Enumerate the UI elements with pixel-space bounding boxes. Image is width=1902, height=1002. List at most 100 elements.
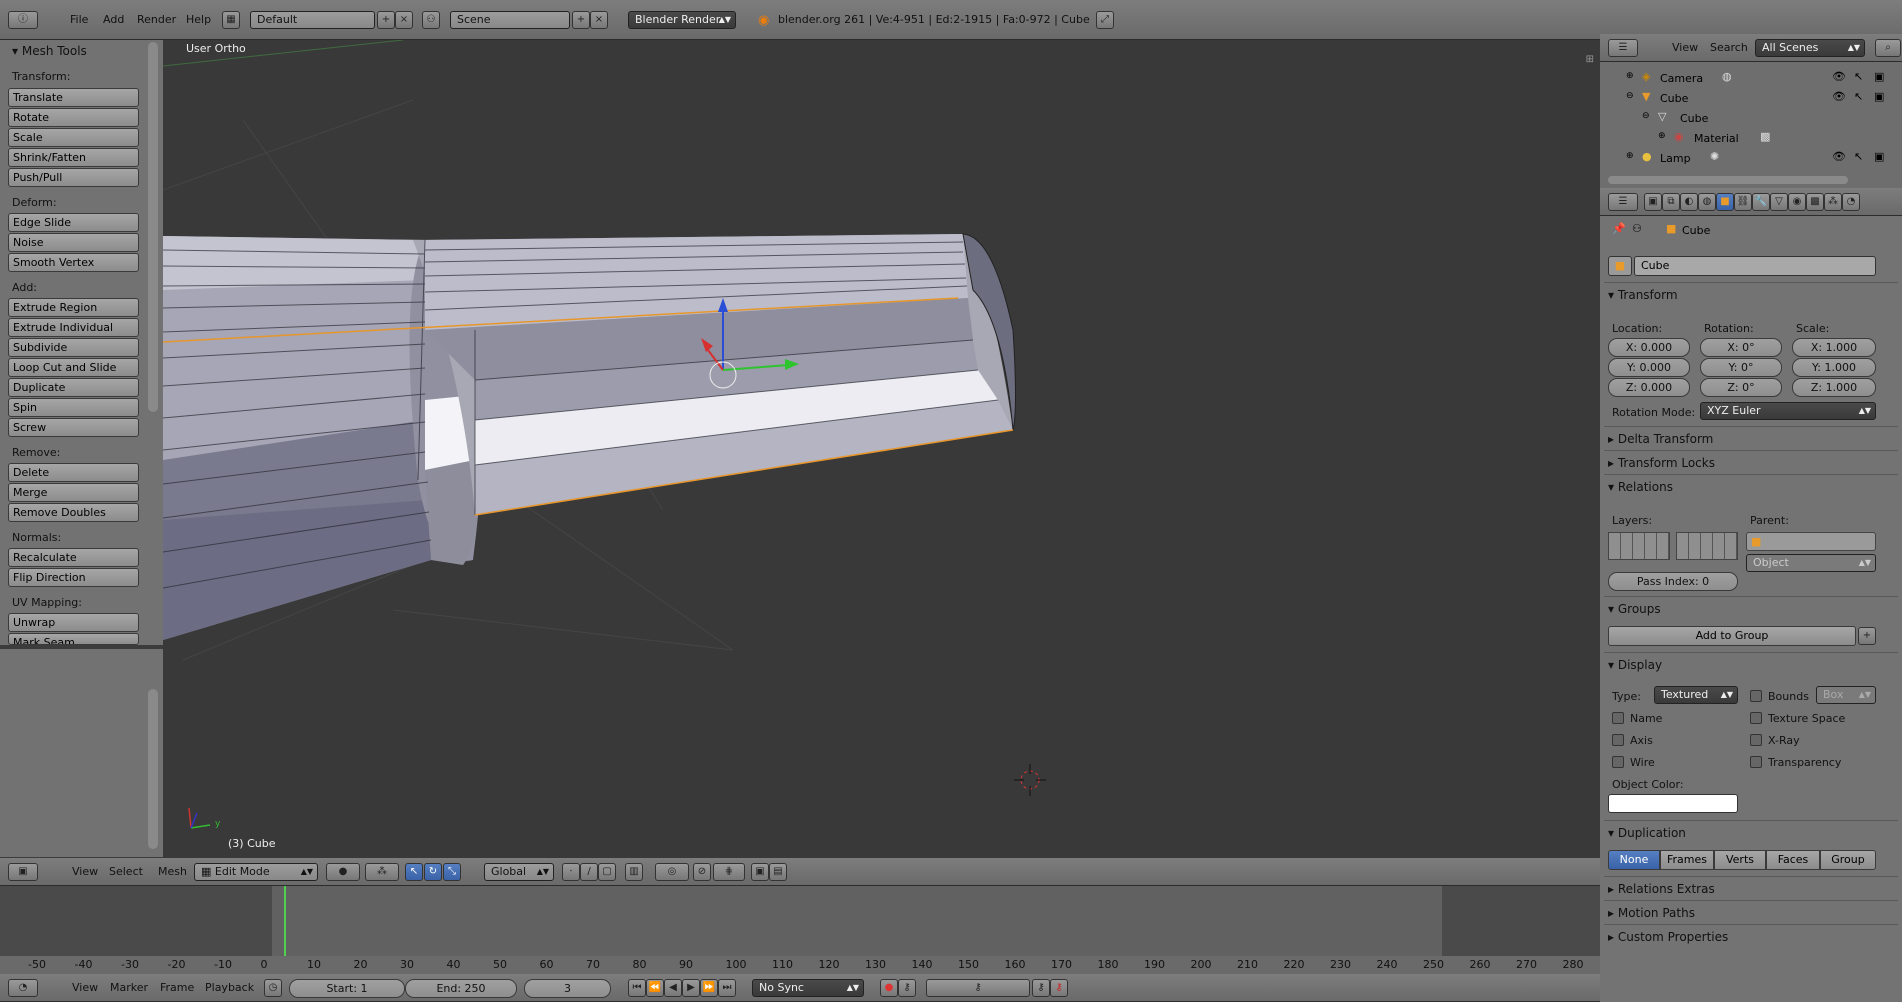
manipulator-rotate-icon[interactable]: ↻ [424,863,442,881]
outliner-row[interactable]: ⊕ ◈ Camera ◍ 👁 ↖ ▣ [1600,68,1902,88]
snap-icon[interactable]: ⊘ [693,863,711,881]
outliner-item-lamp[interactable]: Lamp [1660,152,1691,165]
editor-type-icon[interactable]: ⓘ [8,11,38,29]
pass-index-field[interactable]: Pass Index: 0 [1608,572,1738,591]
duplication-verts[interactable]: Verts [1714,850,1766,870]
menu-playback[interactable]: Playback [203,974,256,1001]
relations-header[interactable]: ▾ Relations [1608,480,1673,494]
visibility-icon[interactable]: 👁 [1832,150,1846,163]
outliner-row[interactable]: ⊕ ◉ Material ▩ [1600,128,1902,148]
properties-editor-icon[interactable]: ☰ [1608,193,1638,211]
smooth-vertex-button[interactable]: Smooth Vertex [8,253,139,272]
display-header[interactable]: ▾ Display [1608,658,1662,672]
extrude-individual-button[interactable]: Extrude Individual [8,318,139,337]
world-context-icon[interactable]: ◍ [1698,193,1716,211]
layers-grid-left[interactable] [1608,532,1670,560]
duplication-header[interactable]: ▾ Duplication [1608,826,1686,840]
outliner-editor-icon[interactable]: ☰ [1608,39,1638,57]
preview-range-icon[interactable]: ◷ [264,979,282,997]
selectable-icon[interactable]: ↖ [1854,70,1863,83]
outliner-item-material[interactable]: Material [1694,132,1739,145]
manipulator-scale-icon[interactable]: ⤡ [443,863,461,881]
object-name-field[interactable]: Cube [1634,256,1876,276]
delta-transform-header[interactable]: ▸ Delta Transform [1608,432,1713,446]
texture-space-checkbox[interactable] [1750,712,1762,724]
custom-properties-header[interactable]: ▸ Custom Properties [1608,930,1728,944]
motion-paths-header[interactable]: ▸ Motion Paths [1608,906,1695,920]
layers-grid-right[interactable] [1676,532,1738,560]
menu-view[interactable]: View [70,974,100,1001]
axis-checkbox[interactable] [1612,734,1624,746]
delete-keyframe-icon[interactable]: ⚷ [1050,979,1068,997]
merge-button[interactable]: Merge [8,483,139,502]
rotation-z-field[interactable]: Z: 0° [1700,378,1782,397]
outliner-row[interactable]: ⊖ ▼ Cube 👁 ↖ ▣ [1600,88,1902,108]
mesh-tools-header[interactable]: ▾ Mesh Tools [12,44,87,58]
remove-layout-icon[interactable]: × [395,11,413,29]
viewport-editor-icon[interactable]: ▣ [8,863,38,881]
render-context-icon[interactable]: ▣ [1644,193,1662,211]
material-context-icon[interactable]: ◉ [1788,193,1806,211]
timeline[interactable]: -50 -40 -30 -20 -10 0 10 20 30 40 50 60 70 80 90 100 110… [0,886,1600,974]
menu-render[interactable]: Render [135,0,178,39]
expand-icon[interactable]: ⊖ [1642,111,1650,121]
duplication-faces[interactable]: Faces [1766,850,1820,870]
translate-button[interactable]: Translate [8,88,139,107]
scale-x-field[interactable]: X: 1.000 [1792,338,1876,357]
menu-marker[interactable]: Marker [108,974,150,1001]
menu-view[interactable]: View [70,858,100,885]
outliner-item-camera[interactable]: Camera [1660,72,1703,85]
transparency-checkbox[interactable] [1750,756,1762,768]
rotate-button[interactable]: Rotate [8,108,139,127]
remove-doubles-button[interactable]: Remove Doubles [8,503,139,522]
display-mode-select[interactable]: All Scenes ▲▼ [1755,39,1865,57]
texture-context-icon[interactable]: ▩ [1806,193,1824,211]
location-z-field[interactable]: Z: 0.000 [1608,378,1690,397]
bounds-type-select[interactable]: Box ▲▼ [1816,686,1876,704]
render-icon[interactable]: ▣ [1874,150,1884,163]
duplication-group[interactable]: Group [1820,850,1876,870]
data-context-icon[interactable]: ▽ [1770,193,1788,211]
jump-start-icon[interactable]: ⏮ [628,979,646,997]
pivot-icon[interactable]: ⁂ [365,863,399,881]
extrude-region-button[interactable]: Extrude Region [8,298,139,317]
manipulator-translate-icon[interactable]: ↖ [405,863,423,881]
visibility-icon[interactable]: 👁 [1832,90,1846,103]
jump-keyframe-forward-icon[interactable]: ⏩ [700,979,718,997]
expand-icon[interactable]: ⊕ [1626,151,1634,161]
keying-icon[interactable]: ⚷ [926,979,1030,997]
vertex-select-icon[interactable]: ⋅ [562,863,580,881]
relations-extras-header[interactable]: ▸ Relations Extras [1608,882,1715,896]
add-group-icon[interactable]: + [1858,627,1876,645]
expand-icon[interactable]: ⊕ [1626,71,1634,81]
expand-icon[interactable]: ⊖ [1626,91,1634,101]
scene-icon[interactable]: ⚇ [422,11,440,29]
wire-checkbox[interactable] [1612,756,1624,768]
sync-select[interactable]: No Sync ▲▼ [752,979,864,997]
name-checkbox[interactable] [1612,712,1624,724]
location-x-field[interactable]: X: 0.000 [1608,338,1690,357]
render-engine-select[interactable]: Blender Render ▲▼ [628,11,736,29]
constraints-context-icon[interactable]: ⛓ [1734,193,1752,211]
location-y-field[interactable]: Y: 0.000 [1608,358,1690,377]
viewport-3d[interactable]: User Ortho y (3) Cube ⊞ [163,40,1600,858]
recalculate-button[interactable]: Recalculate [8,548,139,567]
layout-select[interactable]: Default [250,11,375,29]
duplicate-button[interactable]: Duplicate [8,378,139,397]
start-frame-field[interactable]: Start: 1 [289,979,405,998]
menu-frame[interactable]: Frame [158,974,196,1001]
unwrap-button[interactable]: Unwrap [8,613,139,632]
play-icon[interactable]: ▶ [682,979,700,997]
object-color-swatch[interactable] [1608,794,1738,813]
outliner-item-cube-mesh[interactable]: Cube [1680,112,1708,125]
scale-button[interactable]: Scale [8,128,139,147]
jump-end-icon[interactable]: ⏭ [718,979,736,997]
mode-select[interactable]: ▦ Edit Mode ▲▼ [194,863,318,881]
remove-scene-icon[interactable]: × [590,11,608,29]
menu-select[interactable]: Select [107,858,145,885]
flip-direction-button[interactable]: Flip Direction [8,568,139,587]
search-icon[interactable]: ⌕ [1875,39,1901,57]
scene-context-icon[interactable]: ◐ [1680,193,1698,211]
parent-field[interactable]: ■ [1746,532,1876,551]
menu-add[interactable]: Add [101,0,126,39]
